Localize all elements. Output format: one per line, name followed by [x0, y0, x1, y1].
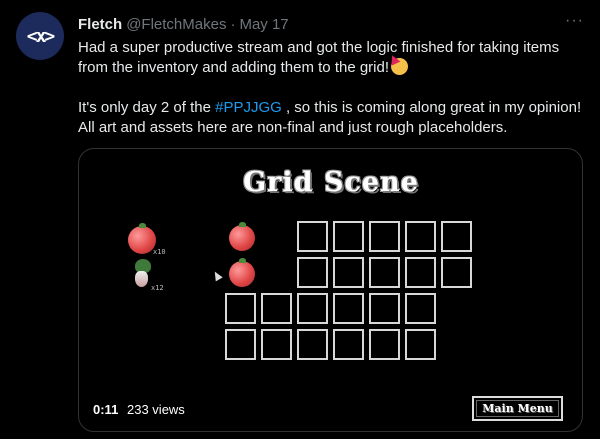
grid-row-tomato-icon: [229, 222, 255, 251]
scene-title: Grid Scene: [243, 167, 419, 198]
grid-cell[interactable]: [225, 329, 256, 360]
grid-cell[interactable]: [297, 221, 328, 252]
inventory-tomato-count: x10: [153, 248, 166, 256]
author-handle[interactable]: @FletchMakes: [126, 16, 226, 33]
grid-cell[interactable]: [333, 293, 364, 324]
grid-cell[interactable]: [369, 293, 400, 324]
more-options-icon[interactable]: ···: [565, 12, 584, 30]
grid-cell[interactable]: [441, 257, 472, 288]
grid-cell[interactable]: [369, 329, 400, 360]
video-player[interactable]: Grid Scene x10 x12 0:11 233 views Main M…: [78, 148, 583, 432]
main-menu-button[interactable]: Main Menu: [472, 396, 563, 421]
tweet-paragraph-1: Had a super productive stream and got th…: [78, 38, 586, 78]
separator: ·: [230, 15, 236, 33]
grid-cell[interactable]: [333, 257, 364, 288]
hashtag-link[interactable]: #PPJJGG: [215, 99, 282, 116]
inventory-radish-count: x12: [151, 284, 164, 292]
grid-cell[interactable]: [333, 221, 364, 252]
grid-cell[interactable]: [369, 221, 400, 252]
author-name[interactable]: Fletch: [78, 16, 122, 33]
inventory-grid-lower: [225, 293, 436, 431]
tweet-paragraph-2: It's only day 2 of the #PPJJGG , so this…: [78, 98, 586, 138]
tweet-text: Had a super productive stream and got th…: [78, 38, 586, 158]
avatar-pixel-logo: <x>: [26, 25, 55, 47]
partying-face-icon: [391, 58, 409, 75]
grid-cell[interactable]: [333, 329, 364, 360]
video-time: 0:11: [93, 402, 119, 417]
mouse-cursor-icon: [211, 269, 223, 282]
grid-cell[interactable]: [225, 293, 256, 324]
inventory-tomato-icon[interactable]: [128, 223, 156, 254]
grid-cell[interactable]: [297, 257, 328, 288]
grid-row-tomato-icon: [229, 258, 255, 287]
grid-cell[interactable]: [297, 329, 328, 360]
grid-cell[interactable]: [405, 293, 436, 324]
tweet-paragraph-1-text: Had a super productive stream and got th…: [78, 39, 560, 76]
grid-cell[interactable]: [261, 293, 292, 324]
grid-cell[interactable]: [441, 221, 472, 252]
grid-cell[interactable]: [369, 257, 400, 288]
avatar[interactable]: <x>: [16, 12, 64, 60]
tweet-header: Fletch @FletchMakes · May 17 ···: [78, 12, 584, 34]
view-count: 233 views: [127, 402, 185, 417]
tweet-paragraph-2-start: It's only day 2 of the: [78, 99, 216, 116]
tweet-date[interactable]: May 17: [239, 16, 288, 33]
grid-cell[interactable]: [261, 329, 292, 360]
grid-cell[interactable]: [405, 221, 436, 252]
grid-cell[interactable]: [297, 293, 328, 324]
inventory-radish-icon[interactable]: [132, 259, 152, 289]
radish-root: [135, 271, 148, 287]
grid-cell[interactable]: [405, 257, 436, 288]
grid-cell[interactable]: [405, 329, 436, 360]
